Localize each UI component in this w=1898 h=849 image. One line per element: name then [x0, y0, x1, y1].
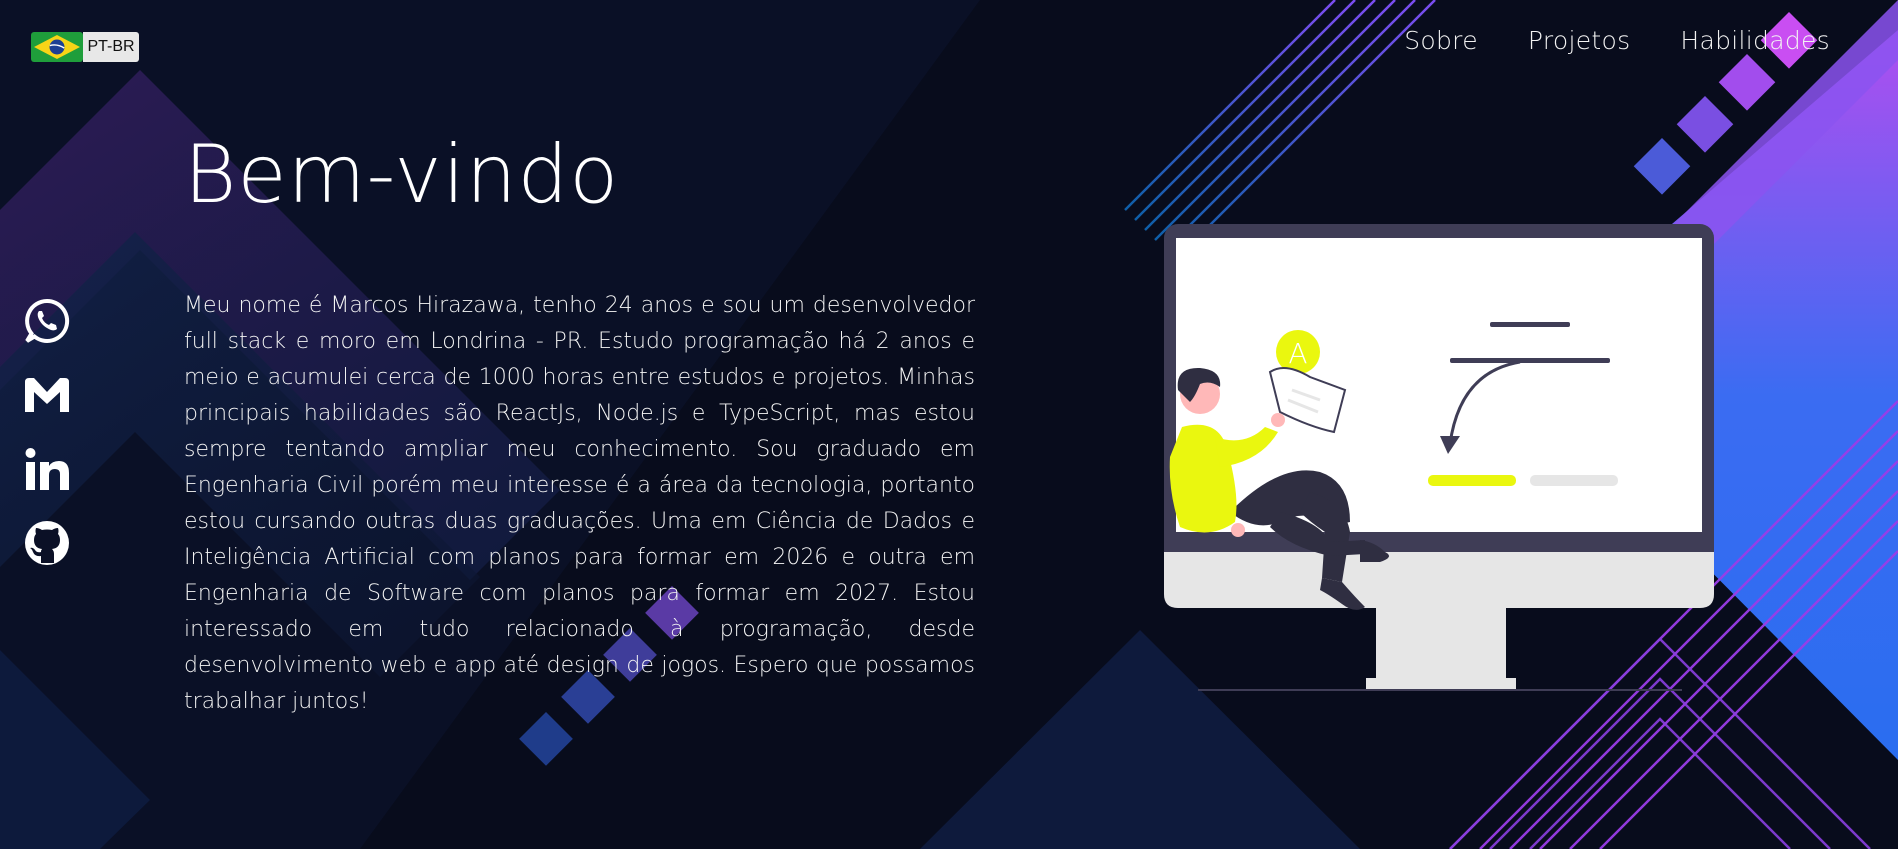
nav-item-habilidades[interactable]: Habilidades [1680, 26, 1830, 55]
monitor-base [1366, 678, 1516, 690]
screen-line-long [1450, 358, 1610, 363]
linkedin-icon[interactable] [22, 444, 72, 494]
nav-item-projetos[interactable]: Projetos [1528, 26, 1631, 55]
screen-line-short [1490, 322, 1570, 327]
monitor-screen [1176, 238, 1702, 532]
brazil-flag-icon [31, 32, 83, 62]
github-icon[interactable] [22, 518, 72, 568]
gmail-icon[interactable] [22, 370, 72, 420]
screen-button-muted [1530, 475, 1618, 486]
language-toggle[interactable]: PT-BR [31, 32, 139, 62]
social-links [22, 296, 72, 568]
monitor-stand [1376, 608, 1506, 682]
monitor-illustration: A [1164, 224, 1714, 691]
screen-button-accent [1428, 475, 1516, 486]
welcome-title: Bem-vindo [184, 128, 620, 221]
nav-item-sobre[interactable]: Sobre [1404, 26, 1478, 55]
language-code: PT-BR [83, 32, 139, 62]
whatsapp-icon[interactable] [22, 296, 72, 346]
monitor-chin [1164, 552, 1714, 608]
top-navigation: Sobre Projetos Habilidades [1404, 26, 1830, 55]
badge-letter: A [1288, 337, 1307, 370]
bio-paragraph: Meu nome é Marcos Hirazawa, tenho 24 ano… [184, 293, 975, 714]
